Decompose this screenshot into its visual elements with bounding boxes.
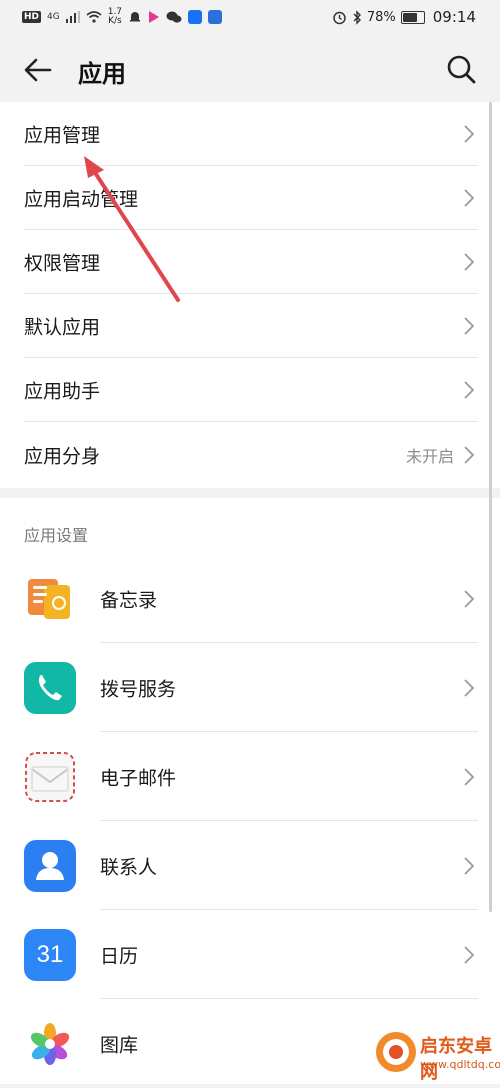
chevron-right-icon bbox=[464, 678, 474, 697]
section-title: 应用设置 bbox=[24, 526, 89, 545]
chevron-right-icon bbox=[464, 945, 474, 964]
menu-row-label: 应用管理 bbox=[24, 124, 101, 147]
status-time: 09:14 bbox=[432, 8, 476, 26]
status-bar: HD 4G 1.7 K/s 78% 09:14 bbox=[0, 0, 500, 36]
network-type: 4G bbox=[47, 11, 60, 22]
app-notification-icon bbox=[208, 10, 223, 24]
scrollbar[interactable] bbox=[489, 102, 492, 912]
app-row-contacts[interactable]: 联系人 bbox=[0, 821, 500, 910]
app-row-dialer[interactable]: 拨号服务 bbox=[0, 643, 500, 732]
battery-icon bbox=[400, 10, 425, 24]
menu-row-app-assistant[interactable]: 应用助手 bbox=[0, 358, 500, 422]
bluetooth-icon bbox=[353, 9, 361, 25]
menu-row-label: 应用助手 bbox=[24, 380, 101, 403]
hd-badge: HD bbox=[22, 11, 42, 23]
menu-row-label: 权限管理 bbox=[24, 252, 101, 275]
app-label: 联系人 bbox=[100, 856, 158, 878]
watermark: 启东安卓网 www.qdltdq.com bbox=[372, 1022, 500, 1084]
menu-row-label: 应用启动管理 bbox=[24, 188, 139, 211]
menu-row-default-apps[interactable]: 默认应用 bbox=[0, 294, 500, 358]
menu-row-app-management[interactable]: 应用管理 bbox=[0, 102, 500, 166]
wechat-icon bbox=[166, 11, 182, 23]
gallery-icon bbox=[24, 1017, 76, 1070]
app-label: 拨号服务 bbox=[100, 678, 177, 700]
chevron-right-icon bbox=[464, 381, 474, 399]
email-icon bbox=[24, 750, 76, 803]
watermark-logo-icon bbox=[376, 1032, 416, 1072]
calendar-icon-date: 31 bbox=[36, 940, 64, 968]
app-settings-section: 应用设置 备忘录 拨号服务 电子邮件 联系人 31 日历 图库 bbox=[0, 498, 500, 1084]
net-speed: 1.7 K/s bbox=[108, 8, 122, 26]
app-label: 备忘录 bbox=[100, 589, 158, 611]
menu-row-label: 默认应用 bbox=[24, 316, 101, 339]
watermark-url: www.qdltdq.com bbox=[420, 1058, 500, 1071]
notes-icon bbox=[24, 572, 76, 625]
back-button[interactable] bbox=[20, 52, 56, 88]
app-label: 图库 bbox=[100, 1034, 139, 1056]
chevron-right-icon bbox=[464, 253, 474, 271]
status-right: 78% 09:14 bbox=[332, 8, 476, 26]
arrow-left-icon bbox=[24, 58, 52, 82]
chevron-right-icon bbox=[464, 446, 474, 464]
settings-menu: 应用管理 应用启动管理 权限管理 默认应用 应用助手 应用分身 未开启 bbox=[0, 102, 500, 488]
status-left: HD 4G 1.7 K/s bbox=[22, 8, 223, 26]
app-bar: 应用 bbox=[0, 36, 500, 102]
chevron-right-icon bbox=[464, 856, 474, 875]
calendar-icon: 31 bbox=[24, 928, 76, 981]
search-icon bbox=[447, 55, 476, 84]
app-row-email[interactable]: 电子邮件 bbox=[0, 732, 500, 821]
app-row-notes[interactable]: 备忘录 bbox=[0, 554, 500, 643]
alarm-icon bbox=[333, 11, 346, 24]
menu-row-permission-management[interactable]: 权限管理 bbox=[0, 230, 500, 294]
page-title: 应用 bbox=[78, 60, 126, 88]
search-button[interactable] bbox=[444, 52, 478, 86]
app-row-calendar[interactable]: 31 日历 bbox=[0, 910, 500, 999]
net-speed-unit: K/s bbox=[108, 16, 122, 26]
video-app-icon bbox=[149, 11, 160, 23]
contacts-icon bbox=[24, 839, 76, 892]
menu-row-startup-management[interactable]: 应用启动管理 bbox=[0, 166, 500, 230]
menu-row-app-twin[interactable]: 应用分身 未开启 bbox=[0, 422, 500, 488]
chevron-right-icon bbox=[464, 589, 474, 608]
wifi-icon bbox=[86, 11, 102, 23]
app-twin-status: 未开启 bbox=[405, 447, 454, 466]
chevron-right-icon bbox=[464, 189, 474, 207]
phone-icon bbox=[24, 661, 76, 714]
signal-icon bbox=[65, 11, 80, 23]
chevron-right-icon bbox=[464, 317, 474, 335]
bell-icon bbox=[130, 12, 141, 22]
chevron-right-icon bbox=[464, 767, 474, 786]
battery-percent: 78% bbox=[366, 9, 396, 25]
menu-row-label: 应用分身 bbox=[24, 445, 101, 468]
app-label: 日历 bbox=[100, 945, 139, 967]
chevron-right-icon bbox=[464, 125, 474, 143]
app-label: 电子邮件 bbox=[100, 767, 177, 789]
zhihu-icon bbox=[188, 10, 203, 24]
